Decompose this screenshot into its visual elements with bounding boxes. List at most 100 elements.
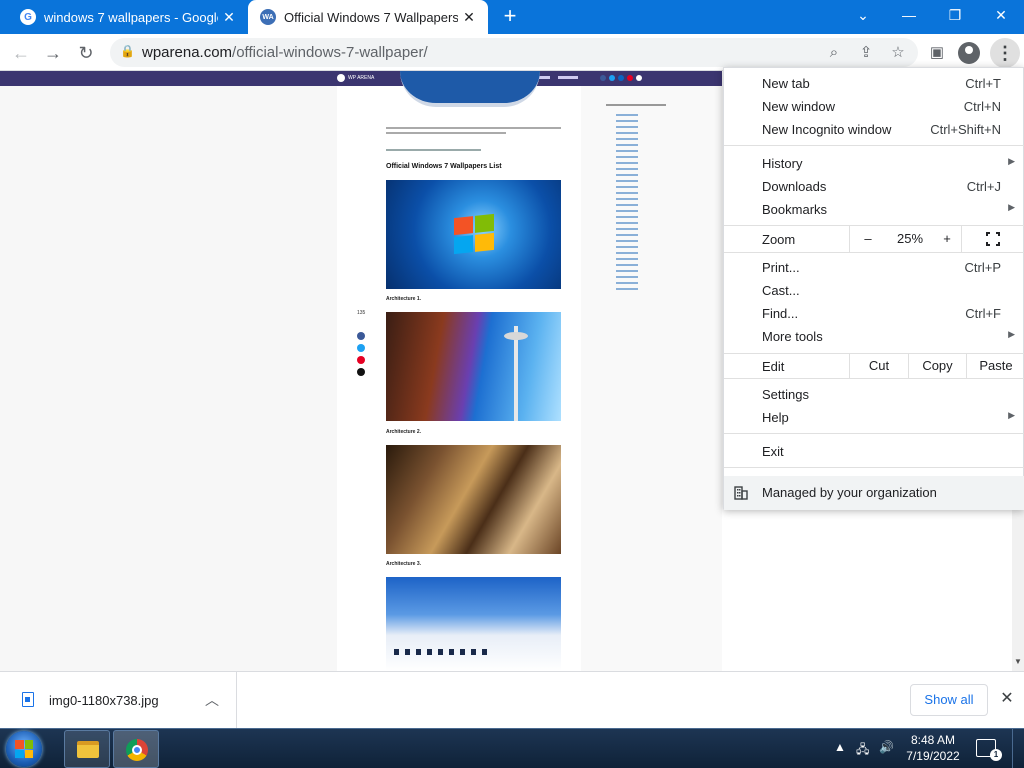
paste-button[interactable]: Paste bbox=[967, 354, 1024, 378]
address-bar[interactable]: 🔒 wparena.com/official-windows-7-wallpap… bbox=[110, 38, 918, 67]
toc-link[interactable] bbox=[616, 264, 638, 266]
menu-item-settings[interactable]: Settings bbox=[724, 383, 1024, 406]
toc-link[interactable] bbox=[616, 120, 638, 122]
social-icons[interactable] bbox=[600, 75, 642, 81]
wallpaper-image-white-building[interactable] bbox=[386, 577, 561, 671]
toc-link[interactable] bbox=[616, 114, 638, 116]
toc-link[interactable] bbox=[616, 168, 638, 170]
menu-item-managed[interactable]: Managed by your organization bbox=[724, 476, 1024, 510]
back-icon[interactable]: ← bbox=[8, 40, 34, 66]
system-clock[interactable]: 8:48 AM 7/19/2022 bbox=[898, 732, 968, 764]
url-text[interactable]: wparena.com/official-windows-7-wallpaper… bbox=[142, 44, 428, 61]
toc-link[interactable] bbox=[616, 186, 638, 188]
wallpaper-image-metal-curves[interactable] bbox=[386, 445, 561, 554]
twitter-icon[interactable] bbox=[609, 75, 615, 81]
menu-item-bookmarks[interactable]: Bookmarks ▶ bbox=[724, 198, 1024, 221]
site-logo[interactable]: WP ARENA bbox=[337, 74, 374, 82]
close-download-bar-icon[interactable]: ✕ bbox=[997, 688, 1017, 708]
show-desktop-button[interactable] bbox=[1012, 729, 1024, 768]
toc-link[interactable] bbox=[616, 162, 638, 164]
lock-icon[interactable]: 🔒 bbox=[120, 44, 135, 58]
wallpaper-image-space-needle[interactable] bbox=[386, 312, 561, 421]
taskbar-file-explorer[interactable] bbox=[64, 730, 110, 768]
download-item[interactable]: img0-1180x738.jpg ︿ bbox=[0, 672, 237, 729]
show-all-button[interactable]: Show all bbox=[910, 684, 988, 716]
toc-link[interactable] bbox=[616, 126, 638, 128]
side-panel-icon[interactable]: ▣ bbox=[924, 40, 950, 66]
menu-item-new-tab[interactable]: New tab Ctrl+T bbox=[724, 72, 1024, 95]
menu-item-cast[interactable]: Cast... bbox=[724, 279, 1024, 302]
toc-link[interactable] bbox=[616, 180, 638, 182]
toc-link[interactable] bbox=[616, 276, 638, 278]
toc-link[interactable] bbox=[616, 288, 638, 290]
minimize-button[interactable]: — bbox=[886, 0, 932, 30]
close-tab-icon[interactable]: ✕ bbox=[218, 9, 240, 26]
share-facebook-icon[interactable] bbox=[357, 332, 365, 340]
menu-item-find[interactable]: Find... Ctrl+F bbox=[724, 302, 1024, 325]
menu-item-more-tools[interactable]: More tools ▶ bbox=[724, 325, 1024, 348]
linkedin-icon[interactable] bbox=[618, 75, 624, 81]
close-window-button[interactable]: ✕ bbox=[978, 0, 1024, 30]
copy-button[interactable]: Copy bbox=[909, 354, 966, 378]
toc-link[interactable] bbox=[616, 150, 638, 152]
facebook-icon[interactable] bbox=[600, 75, 606, 81]
toc-link[interactable] bbox=[616, 174, 638, 176]
restore-button[interactable]: ❐ bbox=[932, 0, 978, 30]
share-icon[interactable]: ⇪ bbox=[856, 43, 876, 63]
toc-link[interactable] bbox=[616, 204, 638, 206]
chrome-menu-icon[interactable]: ⋮ bbox=[990, 38, 1020, 68]
profile-avatar-icon[interactable] bbox=[958, 42, 980, 64]
bookmark-star-icon[interactable]: ☆ bbox=[888, 43, 908, 63]
toc-link[interactable] bbox=[616, 258, 638, 260]
toc-link[interactable] bbox=[616, 234, 638, 236]
menu-item-new-window[interactable]: New window Ctrl+N bbox=[724, 95, 1024, 118]
toc-link[interactable] bbox=[616, 282, 638, 284]
zoom-in-button[interactable]: + bbox=[934, 226, 960, 252]
zoom-icon[interactable]: ⌕ bbox=[824, 43, 844, 63]
start-button[interactable] bbox=[6, 731, 42, 767]
toc-link[interactable] bbox=[616, 192, 638, 194]
network-icon[interactable]: 🖧 bbox=[856, 740, 869, 761]
pinterest-icon[interactable] bbox=[627, 75, 633, 81]
scroll-down-arrow-icon[interactable]: ▼ bbox=[1012, 657, 1024, 669]
chevron-up-icon[interactable]: ︿ bbox=[205, 690, 219, 710]
show-hidden-icons[interactable]: ▲ bbox=[834, 740, 846, 754]
toc-link[interactable] bbox=[616, 144, 638, 146]
fullscreen-icon[interactable] bbox=[986, 232, 1000, 246]
share-twitter-icon[interactable] bbox=[357, 344, 365, 352]
tab-search-icon[interactable]: ⌄ bbox=[840, 0, 886, 30]
toc-link[interactable] bbox=[616, 198, 638, 200]
toc-link[interactable] bbox=[616, 210, 638, 212]
menu-item-downloads[interactable]: Downloads Ctrl+J bbox=[724, 175, 1024, 198]
search-icon[interactable] bbox=[636, 75, 642, 81]
toc-link[interactable] bbox=[616, 228, 638, 230]
toc-link[interactable] bbox=[616, 132, 638, 134]
intro-link-line[interactable] bbox=[386, 149, 481, 151]
toc-link[interactable] bbox=[616, 156, 638, 158]
cut-button[interactable]: Cut bbox=[850, 354, 908, 378]
toc-link[interactable] bbox=[616, 138, 638, 140]
toc-link[interactable] bbox=[616, 222, 638, 224]
new-tab-button[interactable]: + bbox=[498, 5, 522, 29]
menu-item-exit[interactable]: Exit bbox=[724, 440, 1024, 463]
tab-wparena[interactable]: WA Official Windows 7 Wallpapers - ✕ bbox=[248, 0, 488, 34]
menu-item-history[interactable]: History ▶ bbox=[724, 152, 1024, 175]
menu-item-help[interactable]: Help ▶ bbox=[724, 406, 1024, 429]
zoom-out-button[interactable]: – bbox=[850, 226, 886, 252]
toc-link[interactable] bbox=[616, 246, 638, 248]
taskbar-chrome[interactable] bbox=[113, 730, 159, 768]
share-email-icon[interactable] bbox=[357, 368, 365, 376]
volume-icon[interactable]: 🔊 bbox=[879, 740, 894, 754]
forward-icon[interactable]: → bbox=[40, 40, 66, 66]
menu-item-new-incognito-window[interactable]: New Incognito window Ctrl+Shift+N bbox=[724, 118, 1024, 141]
toc-link[interactable] bbox=[616, 216, 638, 218]
tab-google-search[interactable]: G windows 7 wallpapers - Google S ✕ bbox=[8, 0, 248, 34]
wallpaper-image-windows-logo[interactable] bbox=[386, 180, 561, 289]
menu-item-print[interactable]: Print... Ctrl+P bbox=[724, 256, 1024, 279]
toc-link[interactable] bbox=[616, 252, 638, 254]
close-tab-icon[interactable]: ✕ bbox=[458, 9, 480, 26]
toc-link[interactable] bbox=[616, 240, 638, 242]
toc-link[interactable] bbox=[616, 270, 638, 272]
share-pinterest-icon[interactable] bbox=[357, 356, 365, 364]
reload-icon[interactable]: ↻ bbox=[73, 40, 99, 66]
